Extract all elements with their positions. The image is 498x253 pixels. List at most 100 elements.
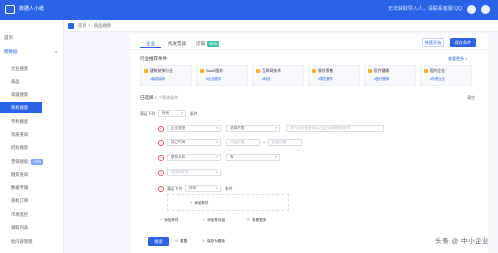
- breadcrumb: 首页 / 商品搜索: [64, 20, 498, 32]
- condition-operator-select[interactable]: 有 ▾: [226, 154, 280, 161]
- recommend-more-link[interactable]: 查看更多 >: [448, 56, 467, 62]
- chevron-down-icon: ▾: [216, 140, 218, 144]
- condition-operator-value: 选择不限: [230, 126, 245, 130]
- match-suffix: 条件: [190, 112, 198, 116]
- logo-icon: [5, 5, 15, 14]
- tile-tag: #企业服务: [206, 77, 222, 81]
- app-title: 数据人小纸: [19, 6, 45, 12]
- cloud-icon: [200, 69, 204, 73]
- nested-match-value: 所有: [189, 186, 197, 190]
- sidebar-item-active[interactable]: 商机搜索: [0, 102, 42, 113]
- tile-tag: #零售餐饮: [318, 77, 334, 81]
- nested-condition-group: [167, 194, 289, 211]
- save-template-label: 保存为模板: [207, 239, 225, 243]
- chevron-down-icon: ▾: [216, 155, 218, 159]
- remove-condition-icon[interactable]: −: [158, 186, 164, 192]
- add-condition-label: 添加条件: [164, 218, 179, 222]
- chevron-down-icon: ▾: [216, 186, 218, 190]
- breadcrumb-separator: /: [89, 23, 91, 28]
- menu-icon[interactable]: [68, 23, 74, 29]
- sidebar-group-data[interactable]: 圈数据: [4, 49, 18, 55]
- remove-condition-icon[interactable]: −: [158, 126, 164, 132]
- sidebar-item[interactable]: 融资查询: [0, 169, 63, 180]
- sidebar-item[interactable]: 高级搜索: [0, 89, 63, 100]
- condition-value-input[interactable]: 请个技术值查询从已经公司和筛选条件: [286, 125, 384, 132]
- add-condition-group-button[interactable]: + 添加条件组: [203, 218, 225, 223]
- chevron-down-icon[interactable]: ▾: [55, 49, 57, 54]
- tab-shop-label: 店铺: [196, 41, 205, 46]
- tile-tag: #装修装修: [150, 77, 166, 81]
- sidebar-item[interactable]: 调取列表: [0, 222, 63, 233]
- add-nested-condition-button[interactable]: + 添加条件: [190, 201, 208, 206]
- recommend-tile[interactable]: 建筑装饰行业 #装修装修: [140, 65, 192, 86]
- building-icon: [144, 69, 148, 73]
- recommend-tile[interactable]: SaaS服务 #企业服务: [196, 65, 248, 86]
- sidebar-item[interactable]: 市场监控: [0, 209, 63, 220]
- condition-field-select[interactable]: 联系手机 ▾: [167, 154, 221, 161]
- breadcrumb-home[interactable]: 首页: [78, 23, 87, 29]
- sidebar-item-home[interactable]: 首页: [4, 35, 13, 41]
- sidebar-item[interactable]: 商品: [0, 76, 63, 87]
- clear-conditions-link[interactable]: 清空: [467, 95, 475, 101]
- tab-shop[interactable]: 店铺 NEW: [190, 40, 225, 48]
- more-conditions-button[interactable]: ✎ 查看更多: [247, 218, 266, 223]
- end-date-input[interactable]: 结束日期: [268, 139, 302, 146]
- topbar-notice[interactable]: 无法获取导入人，请联系客服 QQ: [388, 5, 462, 12]
- watermark: 头条 @ 中小企业: [435, 238, 489, 245]
- tile-tag: #科技: [262, 77, 271, 81]
- nested-match-label: 满足下列: [167, 187, 183, 191]
- chip-icon: [256, 69, 260, 73]
- recommend-tile[interactable]: 餐饮零售 #零售餐饮: [308, 65, 360, 86]
- sidebar-item[interactable]: 企业搜索: [0, 63, 63, 74]
- nested-match-select[interactable]: 所有 ▾: [185, 185, 221, 192]
- add-nested-condition-label: 添加条件: [194, 201, 209, 205]
- tab-invoice[interactable]: 找发票器: [162, 40, 192, 48]
- remove-condition-icon[interactable]: −: [158, 155, 164, 161]
- recommend-tile[interactable]: 国内企业 #外贸企业: [420, 65, 472, 86]
- tile-tag: #外贸企业: [430, 77, 446, 81]
- search-panel: 企业 找发票器 店铺 NEW 快速开始 保存条件 行业推荐条件 查看更多 > 建筑…: [130, 34, 488, 253]
- condition-operator-select[interactable]: 选择不限 ▾: [226, 125, 280, 132]
- tile-title: 医疗健康: [374, 69, 390, 73]
- tile-title: SaaS服务: [206, 69, 223, 73]
- remove-condition-icon[interactable]: −: [158, 140, 164, 146]
- conditions-title-label: 已选择: [140, 95, 154, 100]
- sidebar-item[interactable]: 专利搜索: [0, 116, 63, 127]
- tab-company[interactable]: 企业: [140, 40, 161, 48]
- start-date-input[interactable]: 开始日期: [226, 139, 260, 146]
- sidebar-item[interactable]: 商机订阅: [0, 195, 63, 206]
- chevron-down-icon: ▾: [216, 126, 218, 130]
- condition-field-value: 联系手机: [171, 155, 186, 159]
- conditions-count: 5 个筛选条件: [154, 95, 179, 100]
- condition-field-value: 企业类型: [171, 126, 186, 130]
- recommend-tile[interactable]: 医疗健康 #医疗器械: [364, 65, 416, 86]
- condition-field-select[interactable]: 企业类型 ▾: [167, 125, 221, 132]
- search-button[interactable]: 搜索: [148, 237, 169, 246]
- chevron-down-icon: ▾: [275, 126, 277, 130]
- condition-field-select[interactable]: 成立时间 ▾: [167, 139, 221, 146]
- remove-condition-icon[interactable]: −: [158, 170, 164, 176]
- date-range-separator: →: [262, 140, 266, 144]
- chevron-down-icon: ▾: [275, 155, 277, 159]
- condition-field-value: 成立时间: [171, 140, 186, 144]
- recommend-tile[interactable]: 互联网技术 #科技: [252, 65, 304, 86]
- condition-field-placeholder: 请选择条件: [171, 170, 189, 174]
- sidebar-item-label: 营销搜索: [11, 159, 29, 164]
- sidebar-item[interactable]: 数据专辑: [0, 182, 63, 193]
- sidebar-item[interactable]: 营销搜索 NEW: [0, 156, 63, 167]
- bell-icon[interactable]: [467, 5, 476, 14]
- sidebar-item[interactable]: 批内容管理: [0, 236, 63, 247]
- condition-field-select[interactable]: 请选择条件 ▾: [167, 169, 221, 176]
- quick-start-button[interactable]: 快速开始: [422, 38, 444, 47]
- sidebar-item[interactable]: 资质查询: [0, 129, 63, 140]
- avatar[interactable]: [481, 5, 490, 14]
- more-conditions-label: 查看更多: [252, 218, 267, 222]
- save-template-button[interactable]: ⊙ 保存为模板: [202, 239, 225, 244]
- reset-button[interactable]: ↺ 重置: [175, 239, 187, 244]
- save-condition-button[interactable]: 保存条件: [450, 38, 476, 47]
- top-bar: 数据人小纸 无法获取导入人，请联系客服 QQ: [0, 0, 498, 20]
- chevron-down-icon: ▾: [216, 170, 218, 174]
- sidebar-item[interactable]: 招标搜索: [0, 142, 63, 153]
- add-condition-button[interactable]: + 添加条件: [160, 218, 178, 223]
- match-select[interactable]: 所有 ▾: [158, 110, 186, 117]
